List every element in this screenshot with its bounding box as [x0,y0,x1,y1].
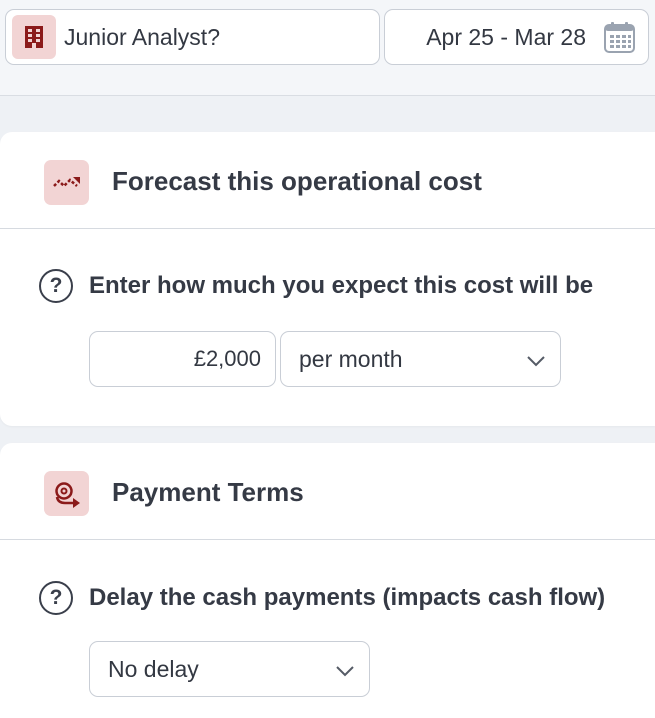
amount-input[interactable] [89,331,276,387]
forecast-question: Enter how much you expect this cost will… [89,272,594,299]
payment-delay-value: No delay [108,655,199,682]
forecast-card-header: Forecast this operational cost [0,132,655,229]
top-bar: Junior Analyst? Apr 25 - Mar 28 [0,0,655,96]
payment-delay-icon [44,471,89,516]
help-icon[interactable]: ? [39,581,73,615]
chevron-down-icon [335,656,355,683]
payment-delay-question: Delay the cash payments (impacts cash fl… [89,584,606,611]
period-select[interactable]: per month [280,331,561,387]
forecast-card-title: Forecast this operational cost [112,166,482,196]
role-field[interactable]: Junior Analyst? [5,9,380,65]
payment-terms-card: Payment Terms ? Delay the cash payments … [0,443,655,718]
forecast-card: Forecast this operational cost ? Enter h… [0,132,655,426]
role-value: Junior Analyst? [64,23,220,50]
help-icon[interactable]: ? [39,269,73,303]
payment-terms-card-header: Payment Terms [0,443,655,540]
chevron-down-icon [526,346,546,373]
calendar-icon[interactable] [603,21,636,54]
trend-arrow-icon [44,160,89,205]
date-range-value: Apr 25 - Mar 28 [426,23,586,50]
payment-terms-title: Payment Terms [112,477,304,507]
building-icon [12,15,56,59]
period-select-value: per month [299,345,403,372]
payment-delay-select[interactable]: No delay [89,641,370,697]
date-range-field[interactable]: Apr 25 - Mar 28 [384,9,649,65]
